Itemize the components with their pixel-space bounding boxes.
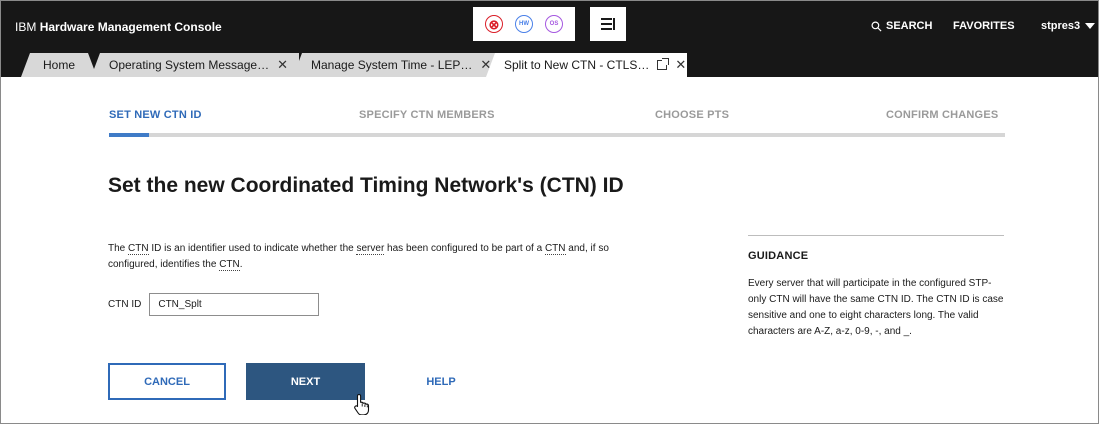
guidance-title: GUIDANCE bbox=[748, 250, 809, 262]
tab-label: Split to New CTN - CTLS… bbox=[504, 58, 650, 72]
step-track bbox=[109, 133, 1005, 137]
chevron-down-icon bbox=[1085, 23, 1096, 29]
ctn-description: The CTN ID is an identifier used to indi… bbox=[108, 241, 648, 273]
term-ctn[interactable]: CTN bbox=[544, 243, 566, 255]
task-list-button[interactable] bbox=[590, 7, 626, 41]
search-label: SEARCH bbox=[886, 20, 933, 32]
user-name: stpres3 bbox=[1041, 20, 1081, 32]
help-button[interactable]: HELP bbox=[411, 363, 471, 400]
step-set-new-ctn-id: SET NEW CTN ID bbox=[109, 109, 202, 121]
app-window: IBM Hardware Management Console ⊗ HW OS … bbox=[0, 0, 1099, 424]
description-text: has been configured to be part of a bbox=[384, 243, 545, 254]
step-specify-ctn-members: SPECIFY CTN MEMBERS bbox=[359, 109, 495, 121]
guidance-text: Every server that will participate in th… bbox=[748, 278, 1004, 337]
os-status-icon[interactable]: OS bbox=[545, 15, 563, 33]
top-bar: IBM Hardware Management Console ⊗ HW OS … bbox=[1, 1, 1098, 53]
hand-pointer-cursor-icon bbox=[354, 393, 370, 415]
ctn-id-input[interactable] bbox=[149, 293, 320, 316]
cancel-button[interactable]: CANCEL bbox=[108, 363, 226, 400]
hardware-status-icon[interactable]: HW bbox=[515, 15, 533, 33]
tab-label: Manage System Time - LEP… bbox=[311, 58, 473, 72]
term-ctn[interactable]: CTN bbox=[219, 259, 240, 271]
error-icon[interactable]: ⊗ bbox=[485, 15, 503, 33]
step-confirm-changes: CONFIRM CHANGES bbox=[886, 109, 999, 121]
tab-manage-system-time[interactable]: Manage System Time - LEP… ✕ bbox=[293, 53, 495, 77]
step-choose-pts: CHOOSE PTS bbox=[655, 109, 730, 121]
close-icon[interactable]: ✕ bbox=[675, 57, 686, 73]
status-icon-group: ⊗ HW OS bbox=[473, 7, 575, 41]
step-progress-bar bbox=[109, 133, 150, 137]
ctn-id-field-row: CTN ID bbox=[108, 293, 320, 316]
ctn-id-label: CTN ID bbox=[108, 299, 142, 310]
user-menu[interactable]: stpres3 bbox=[1041, 20, 1096, 32]
term-ctn[interactable]: CTN bbox=[128, 243, 149, 255]
brand-name: Hardware Management Console bbox=[39, 20, 222, 34]
favorites-link[interactable]: FAVORITES bbox=[953, 20, 1015, 32]
description-text: The bbox=[108, 243, 129, 254]
tab-split-to-new-ctn[interactable]: Split to New CTN - CTLS… ✕ bbox=[486, 53, 687, 77]
description-text: ID is an identifier used to indicate whe… bbox=[148, 243, 357, 254]
term-server[interactable]: server bbox=[356, 243, 385, 255]
task-list-icon bbox=[601, 18, 615, 30]
tab-operating-system-messages[interactable]: Operating System Message… ✕ bbox=[91, 53, 299, 77]
app-title: IBM Hardware Management Console bbox=[15, 20, 222, 34]
tab-label: Operating System Message… bbox=[109, 58, 270, 72]
tab-bar: Home Operating System Message… ✕ Manage … bbox=[1, 53, 1098, 77]
popout-icon[interactable] bbox=[657, 58, 670, 70]
description-text: . bbox=[239, 259, 243, 270]
page-title: Set the new Coordinated Timing Network's… bbox=[108, 174, 624, 197]
brand-prefix: IBM bbox=[15, 20, 37, 34]
search-icon bbox=[871, 21, 882, 32]
next-button[interactable]: NEXT bbox=[246, 363, 365, 400]
tab-home[interactable]: Home bbox=[21, 53, 97, 77]
tab-label: Home bbox=[43, 58, 76, 72]
search-link[interactable]: SEARCH bbox=[871, 20, 932, 32]
guidance-panel: GUIDANCE Every server that will particip… bbox=[748, 235, 1004, 340]
close-icon[interactable]: ✕ bbox=[277, 57, 288, 73]
